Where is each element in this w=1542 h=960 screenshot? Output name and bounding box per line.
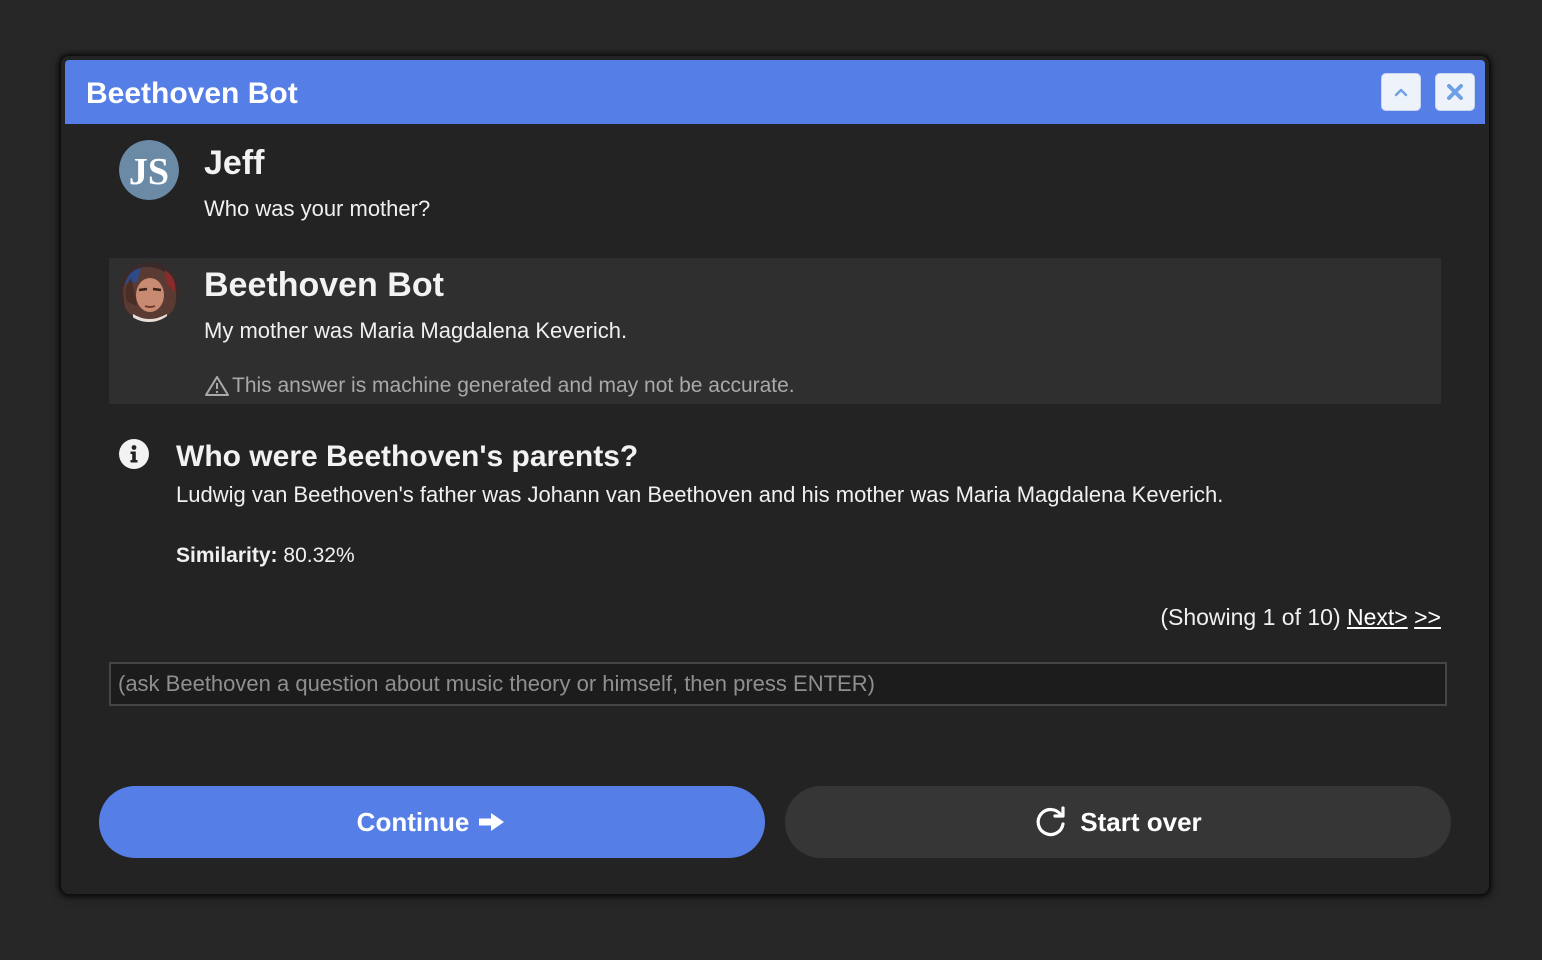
- close-button[interactable]: [1435, 73, 1475, 111]
- similarity-label: Similarity:: [176, 544, 278, 567]
- start-over-label: Start over: [1080, 806, 1202, 837]
- next-link[interactable]: Next>: [1347, 604, 1408, 630]
- collapse-button[interactable]: [1381, 73, 1421, 111]
- similarity-score: Similarity: 80.32%: [176, 544, 355, 568]
- faq-answer: Ludwig van Beethoven's father was Johann…: [176, 482, 1224, 507]
- user-message: Who was your mother?: [204, 196, 431, 221]
- disclaimer-text: This answer is machine generated and may…: [232, 374, 795, 397]
- similarity-value: 80.32%: [283, 544, 355, 567]
- bot-message: My mother was Maria Magdalena Keverich.: [204, 318, 628, 343]
- continue-button[interactable]: Continue: [99, 786, 765, 858]
- chat-window: Beethoven Bot JS Jeff Who was your mothe…: [61, 56, 1489, 894]
- window-title: Beethoven Bot: [86, 77, 298, 110]
- warning-icon: [205, 376, 229, 396]
- arrow-right-icon: [479, 813, 505, 831]
- user-name: Jeff: [204, 144, 265, 182]
- pager-status: (Showing 1 of 10): [1160, 604, 1341, 630]
- bot-avatar: [119, 262, 179, 322]
- pager: (Showing 1 of 10) Next> >>: [1160, 604, 1441, 631]
- refresh-icon: [1036, 806, 1065, 837]
- chevron-up-icon: [1394, 88, 1408, 97]
- start-over-button[interactable]: Start over: [785, 786, 1451, 858]
- disclaimer: This answer is machine generated and may…: [204, 374, 795, 398]
- question-input[interactable]: [109, 662, 1447, 706]
- info-icon: [119, 439, 149, 469]
- last-link[interactable]: >>: [1414, 604, 1441, 630]
- user-avatar: JS: [119, 140, 179, 200]
- close-icon: [1447, 84, 1463, 100]
- title-bar: Beethoven Bot: [65, 60, 1485, 124]
- faq-question: Who were Beethoven's parents?: [176, 440, 639, 473]
- svg-text:JS: JS: [129, 151, 169, 193]
- bot-name: Beethoven Bot: [204, 266, 444, 304]
- continue-label: Continue: [356, 806, 470, 837]
